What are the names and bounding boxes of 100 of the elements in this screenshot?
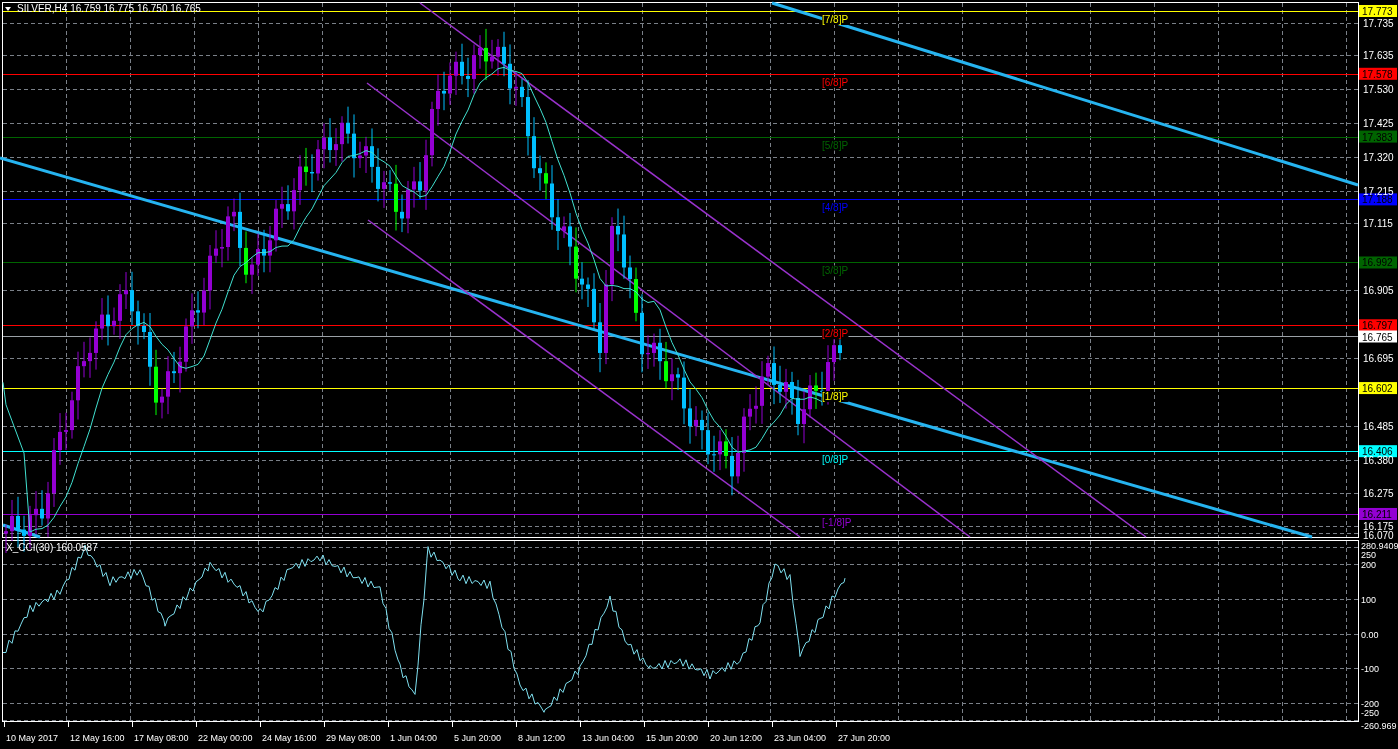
candle (322, 122, 326, 169)
candle (262, 229, 266, 273)
candle (622, 215, 626, 280)
candle (130, 271, 134, 326)
candle (88, 336, 92, 379)
indicator-axis-label: -250 (1361, 708, 1379, 718)
candle (400, 194, 404, 233)
candle (76, 351, 80, 421)
candle (670, 357, 674, 401)
level-price-badge: 16.992 (1359, 256, 1397, 269)
candle (166, 355, 170, 415)
candle (298, 154, 302, 206)
candle (328, 117, 332, 164)
candle (412, 166, 416, 209)
candle (388, 169, 392, 192)
candle (160, 388, 164, 419)
candle (190, 292, 194, 345)
candle (304, 147, 308, 187)
level-price-badge: 16.602 (1359, 382, 1397, 395)
price-axis-label: 16.695 (1363, 353, 1394, 365)
level-price-badge: 16.797 (1359, 319, 1397, 332)
level-label: [3/8]P (822, 265, 849, 277)
level-label: [5/8]P (822, 139, 849, 151)
time-axis-label: 24 May 16:00 (262, 733, 317, 743)
time-axis-label: 20 Jun 12:00 (710, 733, 763, 743)
candle (718, 429, 722, 471)
candle (10, 499, 14, 542)
candle (286, 184, 290, 221)
candle (724, 428, 728, 469)
level-label: [7/8]P (822, 14, 849, 25)
candle (316, 139, 320, 182)
price-axis-label: 17.115 (1363, 217, 1393, 229)
candle (370, 127, 374, 184)
candle (340, 115, 344, 163)
candle (808, 374, 812, 419)
candle (310, 153, 314, 193)
candle (562, 216, 566, 239)
candle (502, 31, 506, 77)
candle (652, 333, 656, 368)
candle (244, 230, 248, 284)
candle (52, 437, 56, 508)
candle (106, 294, 110, 346)
candle (364, 136, 368, 174)
time-axis-label: 5 Jun 20:00 (454, 733, 502, 743)
candle (280, 186, 284, 229)
candle (424, 139, 428, 211)
candle (820, 371, 824, 407)
level-label: [4/8]P (822, 202, 849, 214)
candle (490, 39, 494, 70)
price-axis-label: 17.320 (1363, 151, 1394, 163)
candle (214, 229, 218, 264)
candle (352, 113, 356, 178)
candle (394, 164, 398, 231)
candle (232, 198, 236, 232)
candle (250, 257, 254, 295)
time-axis-label: 1 Jun 04:00 (390, 733, 438, 743)
candle (742, 407, 746, 473)
candle (688, 388, 692, 445)
candle (226, 205, 230, 262)
price-axis-label: 17.530 (1363, 84, 1394, 96)
candle (178, 346, 182, 393)
price-axis-label: 17.425 (1363, 118, 1394, 130)
time-axis-label: 15 Jun 20:00 (646, 733, 699, 743)
price-axis-label: 17.735 (1363, 18, 1394, 30)
price-axis-label: 16.175 (1363, 520, 1394, 532)
candle (568, 212, 572, 266)
candle (484, 28, 488, 81)
price-axis-label: 16.070 (1363, 530, 1394, 541)
candle (46, 481, 50, 538)
candle (406, 180, 410, 234)
indicator-axis-label: -200 (1361, 698, 1379, 709)
indicator-axis-label: 0.00 (1361, 629, 1379, 640)
candle (730, 436, 734, 496)
candle (346, 106, 350, 145)
candle (586, 277, 590, 308)
candle (418, 161, 422, 200)
candle (256, 233, 260, 277)
candle (538, 155, 542, 192)
candle (382, 170, 386, 209)
candle (82, 341, 86, 378)
dropdown-triangle-icon[interactable] (5, 7, 11, 11)
candle (532, 116, 536, 179)
candle (376, 147, 380, 202)
candle (334, 127, 338, 167)
candle (358, 141, 362, 169)
time-axis-label: 8 Jun 12:00 (518, 733, 566, 743)
candle (118, 283, 122, 340)
price-axis-label: 16.275 (1363, 488, 1394, 500)
candle (514, 71, 518, 107)
indicator-axis-label: 100 (1361, 594, 1377, 605)
candle (454, 51, 458, 96)
time-axis-label: 23 Jun 04:00 (774, 733, 827, 743)
candle (598, 302, 602, 373)
candle (112, 307, 116, 336)
level-label: [0/8]P (822, 454, 849, 466)
candle (4, 524, 8, 554)
candle (154, 349, 158, 416)
candle (94, 320, 98, 371)
time-axis-label: 13 Jun 04:00 (582, 733, 635, 743)
time-axis-label: 12 May 16:00 (70, 733, 125, 743)
